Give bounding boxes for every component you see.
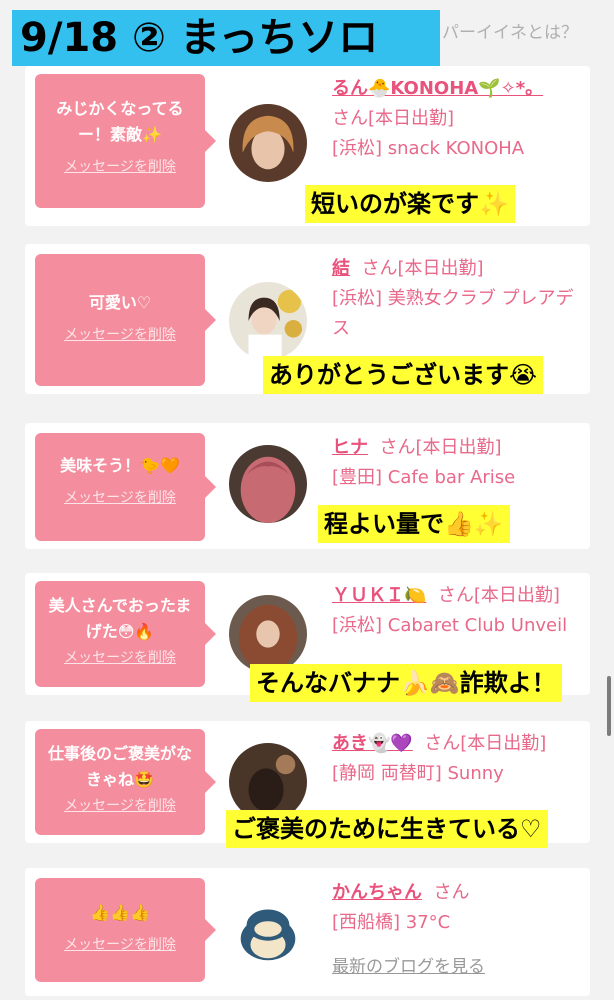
avatar[interactable] (229, 595, 307, 673)
latest-blog-link[interactable]: 最新のブログを見る (332, 952, 587, 977)
delete-message-link[interactable]: メッセージを削除 (41, 324, 199, 344)
caption-overlay: ありがとうございます😭 (263, 356, 544, 394)
delete-message-link[interactable]: メッセージを削除 (41, 795, 199, 815)
message-text: 可愛い♡ (88, 293, 152, 312)
status-text: [本日出勤] (397, 258, 484, 279)
user-name-link[interactable]: ヒナ (332, 437, 368, 458)
delete-message-link[interactable]: メッセージを削除 (41, 647, 199, 667)
message-text: 👍👍👍 (90, 903, 150, 922)
shop-link[interactable]: [豊田] Cafe bar Arise (332, 463, 587, 493)
avatar[interactable] (229, 104, 307, 182)
delete-message-link[interactable]: メッセージを削除 (41, 156, 199, 176)
user-name-link[interactable]: 結 (332, 258, 350, 279)
honorific: さん (437, 585, 474, 606)
message-bubble: 美人さんでおったまげた😳🔥 メッセージを削除 (35, 581, 216, 687)
message-bubble: 美味そう！🐤🧡 メッセージを削除 (35, 433, 216, 541)
caption-overlay: ご褒美のために生きている♡ (226, 810, 548, 848)
honorific: さん (424, 733, 461, 754)
status-text: [本日出勤] (460, 733, 547, 754)
honorific: さん (433, 882, 470, 903)
message-text: 美味そう！🐤🧡 (60, 456, 180, 475)
about-like-link[interactable]: パーイイネとは？ (442, 18, 578, 43)
message-bubble: 👍👍👍 メッセージを削除 (35, 878, 216, 982)
user-name-link[interactable]: ＹＵＫＩ🍋 (332, 585, 426, 606)
shop-link[interactable]: [浜松] 美熟女クラブ プレアデス (332, 284, 587, 344)
message-bubble: 仕事後のご褒美がなきゃね🤩 メッセージを削除 (35, 729, 216, 835)
message-bubble: 可愛い♡ メッセージを削除 (35, 254, 216, 386)
caption-overlay: 短いのが楽です✨ (305, 185, 515, 223)
avatar[interactable] (229, 282, 307, 360)
honorific: さん (361, 258, 398, 279)
avatar[interactable] (229, 890, 307, 968)
message-text: みじかくなってるー！素敵✨ (56, 99, 184, 144)
honorific: さん (379, 437, 416, 458)
delete-message-link[interactable]: メッセージを削除 (41, 934, 199, 954)
user-info: ＹＵＫＩ🍋 さん[本日出勤] [浜松] Cabaret Club Unveil (332, 581, 587, 641)
shop-link[interactable]: [浜松] Cabaret Club Unveil (332, 611, 587, 641)
user-info: あき👻💜 さん[本日出勤] [静岡 両替町] Sunny (332, 729, 587, 789)
shop-link[interactable]: [西船橋] 37°C (332, 908, 587, 938)
user-info: 結 さん[本日出勤] [浜松] 美熟女クラブ プレアデス (332, 254, 587, 344)
status-text: [本日出勤] (415, 437, 502, 458)
user-info: ヒナ さん[本日出勤] [豊田] Cafe bar Arise (332, 433, 587, 493)
user-info: るん🐣KONOHA🌱✧*。 さん[本日出勤] [浜松] snack KONOHA (332, 74, 587, 164)
shop-link[interactable]: [静岡 両替町] Sunny (332, 759, 587, 789)
status-text: [本日出勤] (473, 585, 560, 606)
delete-message-link[interactable]: メッセージを削除 (41, 487, 199, 507)
user-name-link[interactable]: あき👻💜 (332, 733, 413, 754)
honorific: さん (332, 108, 368, 129)
user-name-link[interactable]: るん🐣KONOHA🌱✧*。 (332, 78, 543, 99)
user-info: かんちゃん さん [西船橋] 37°C 最新のブログを見る (332, 878, 587, 977)
message-text: 仕事後のご褒美がなきゃね🤩 (47, 744, 192, 789)
scrollbar[interactable] (607, 676, 611, 736)
user-name-link[interactable]: かんちゃん (332, 882, 422, 903)
caption-overlay: 程よい量で👍✨ (318, 505, 510, 543)
page-title-banner: 9/18 ② まっちソロ (12, 10, 440, 66)
caption-overlay: そんなバナナ🍌🙈詐欺よ！ (250, 664, 562, 702)
message-bubble: みじかくなってるー！素敵✨ メッセージを削除 (35, 74, 216, 208)
status-text: [本日出勤] (368, 108, 455, 129)
avatar[interactable] (229, 445, 307, 523)
message-text: 美人さんでおったまげた😳🔥 (48, 596, 192, 641)
shop-link[interactable]: [浜松] snack KONOHA (332, 134, 587, 164)
message-card: 👍👍👍 メッセージを削除 かんちゃん さん [西船橋] 37°C 最新のブログを… (25, 868, 590, 996)
